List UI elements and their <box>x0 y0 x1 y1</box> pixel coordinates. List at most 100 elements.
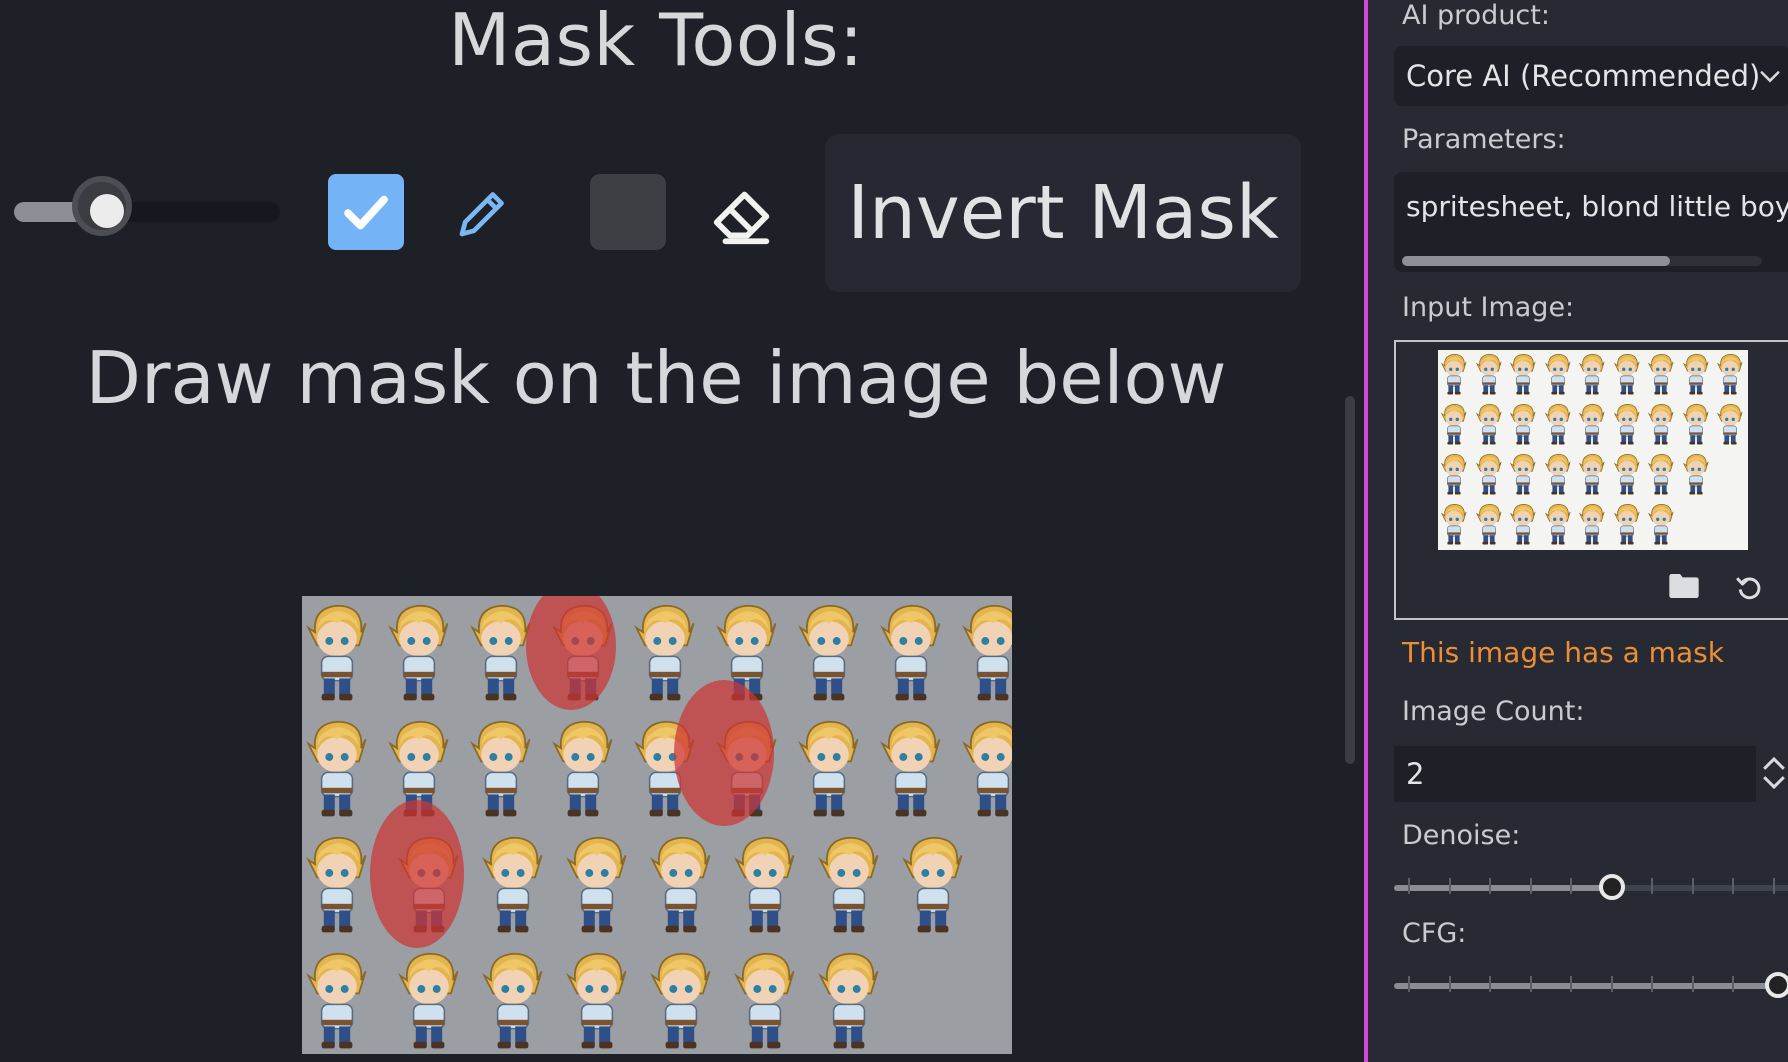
pencil-toggle-checkbox[interactable] <box>328 174 404 250</box>
draw-mask-hint: Draw mask on the image below <box>85 336 1227 420</box>
sprite-frame <box>816 948 882 1052</box>
mask-canvas[interactable] <box>302 596 1012 1054</box>
thumbnail-sprite <box>1578 352 1605 395</box>
sprite-frame <box>878 716 944 820</box>
thumbnail-sprite <box>1578 452 1605 495</box>
input-image-box[interactable] <box>1394 340 1788 620</box>
thumbnail-sprite <box>1647 352 1674 395</box>
thumbnail-sprite <box>1647 452 1674 495</box>
sprite-frame <box>396 948 462 1052</box>
parameters-scroll-thumb[interactable] <box>1402 256 1670 266</box>
slider-tick <box>1691 976 1694 992</box>
thumbnail-sprite <box>1509 402 1536 445</box>
sprite-frame <box>304 832 370 936</box>
thumbnail-sprite <box>1716 402 1743 445</box>
sprite-frame <box>550 716 616 820</box>
slider-tick <box>1448 976 1451 992</box>
thumbnail-sprite <box>1544 352 1570 395</box>
sprite-frame <box>386 600 452 704</box>
slider-tick <box>1691 878 1694 894</box>
slider-handle[interactable] <box>1598 874 1625 900</box>
slider-tick <box>1570 976 1572 992</box>
thumbnail-sprite <box>1440 402 1467 445</box>
slider-tick <box>1610 976 1613 992</box>
thumbnail-sprite <box>1647 402 1674 445</box>
sprite-frame <box>480 948 546 1052</box>
slider-fill <box>1394 885 1606 891</box>
input-image-thumbnail <box>1438 350 1748 550</box>
ai-product-select[interactable]: Core AI (Recommended) <box>1394 46 1788 106</box>
pencil-icon[interactable] <box>452 184 512 244</box>
cfg-slider[interactable] <box>1394 970 1788 1000</box>
slider-tick <box>1772 878 1775 894</box>
thumbnail-sprite <box>1613 352 1639 395</box>
sprite-frame <box>648 948 714 1052</box>
eraser-toggle-checkbox[interactable] <box>590 174 666 250</box>
thumbnail-sprite <box>1509 352 1536 395</box>
thumbnail-sprite <box>1509 502 1536 545</box>
inspector-panel: AI product: Core AI (Recommended) Parame… <box>1364 0 1788 1062</box>
sprite-frame <box>878 600 944 704</box>
ai-product-label: AI product: <box>1402 0 1550 31</box>
sprite-frame <box>304 716 370 820</box>
mask-editor-panel: Mask Tools: Invert Mask Draw mask on the… <box>0 0 1355 1062</box>
sprite-frame <box>304 948 370 1052</box>
mask-stroke <box>370 800 464 948</box>
eraser-icon[interactable] <box>708 180 778 250</box>
canvas-scrollbar[interactable] <box>1345 396 1355 764</box>
slider-tick <box>1651 878 1653 894</box>
folder-icon[interactable] <box>1668 572 1700 600</box>
thumbnail-sprite <box>1475 402 1501 445</box>
thumbnail-sprite <box>1509 452 1536 495</box>
thumbnail-sprite <box>1544 452 1570 495</box>
thumbnail-sprite <box>1613 502 1639 545</box>
slider-tick <box>1732 976 1734 992</box>
sprite-frame <box>900 832 966 936</box>
slider-handle[interactable] <box>1765 972 1788 998</box>
invert-mask-button[interactable]: Invert Mask <box>825 134 1301 292</box>
sprite-frame <box>796 716 862 820</box>
chevron-down-icon <box>1760 71 1780 83</box>
brush-size-handle[interactable] <box>90 194 124 228</box>
slider-tick <box>1448 878 1451 894</box>
image-count-input[interactable]: 2 <box>1394 746 1756 802</box>
ai-product-value: Core AI (Recommended) <box>1406 59 1761 93</box>
sprite-frame <box>960 600 1012 704</box>
brush-size-slider[interactable] <box>14 176 280 242</box>
sprite-frame <box>564 832 630 936</box>
image-count-label: Image Count: <box>1402 696 1585 727</box>
denoise-label: Denoise: <box>1402 820 1521 851</box>
slider-tick <box>1529 878 1532 894</box>
thumbnail-sprite <box>1647 502 1674 545</box>
sprite-frame <box>468 716 534 820</box>
thumbnail-sprite <box>1544 402 1570 445</box>
thumbnail-sprite <box>1440 352 1467 395</box>
thumbnail-sprite <box>1544 502 1570 545</box>
parameters-label: Parameters: <box>1402 124 1566 155</box>
thumbnail-sprite <box>1475 502 1501 545</box>
thumbnail-sprite <box>1440 502 1467 545</box>
check-icon <box>344 195 388 230</box>
sprite-frame <box>304 600 370 704</box>
cfg-label: CFG: <box>1402 918 1467 949</box>
slider-tick <box>1489 878 1491 894</box>
sprite-frame <box>632 600 698 704</box>
mask-stroke <box>674 680 774 826</box>
thumbnail-sprite <box>1578 502 1605 545</box>
sprite-frame <box>960 716 1012 820</box>
sprite-frame <box>816 832 882 936</box>
parameters-scrollbar[interactable] <box>1402 256 1762 266</box>
spin-arrows-icon[interactable] <box>1760 756 1788 790</box>
sprite-frame <box>732 948 798 1052</box>
slider-tick <box>1529 976 1532 992</box>
thumbnail-sprite <box>1475 352 1501 395</box>
thumbnail-sprite <box>1613 452 1639 495</box>
sprite-frame <box>648 832 714 936</box>
slider-fill <box>1394 983 1772 989</box>
denoise-slider[interactable] <box>1394 872 1788 902</box>
thumbnail-sprite <box>1716 352 1743 395</box>
reset-icon[interactable] <box>1734 572 1764 602</box>
sprite-frame <box>564 948 630 1052</box>
mask-notice: This image has a mask <box>1402 636 1724 669</box>
slider-tick <box>1408 878 1410 894</box>
